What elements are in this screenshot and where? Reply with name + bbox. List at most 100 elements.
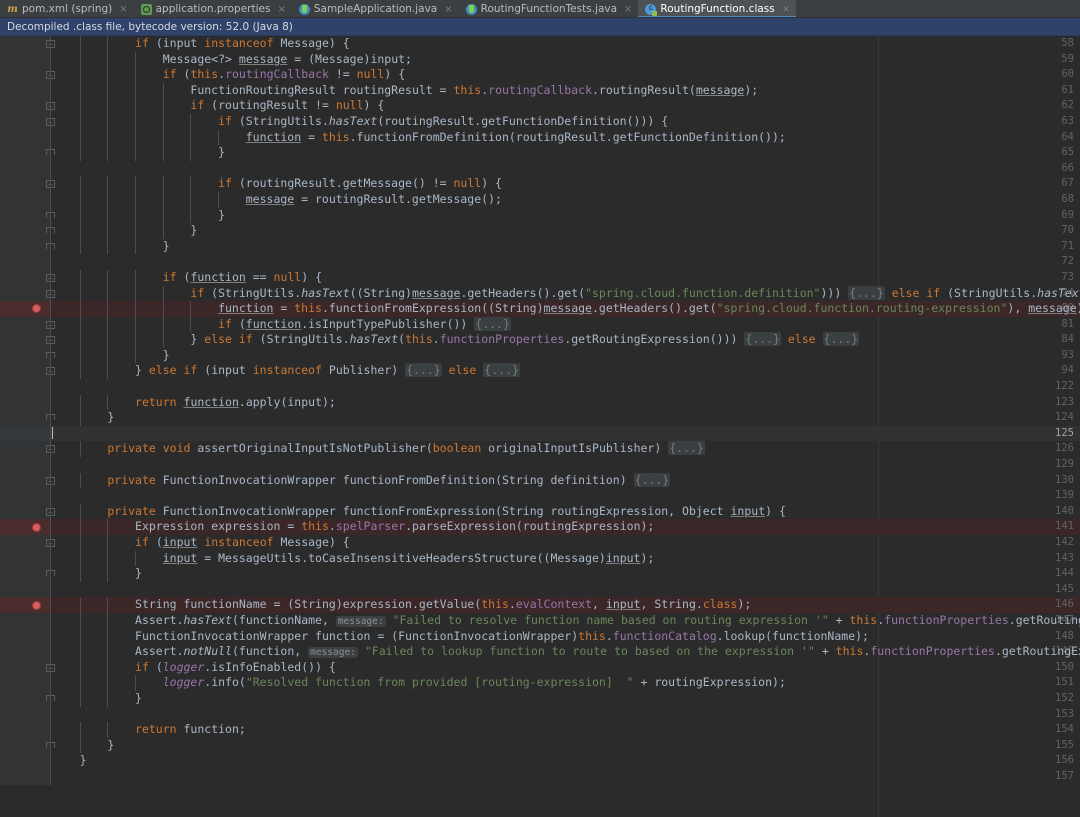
gutter[interactable] [0,675,50,691]
editor-tab-routingfunctiontests-java[interactable]: RoutingFunctionTests.java × [459,0,639,18]
editor-tab-application-properties[interactable]: application.properties × [134,0,292,18]
close-icon[interactable]: × [119,4,127,15]
breakpoint-icon[interactable] [32,600,41,610]
gutter[interactable] [0,488,50,504]
gutter[interactable] [0,472,50,489]
code-line[interactable]: 155} [0,737,1080,754]
code-line[interactable]: 59 Message<?> message = (Message)input; [0,51,1080,68]
code-line[interactable]: 148 FunctionInvocationWrapper function = … [0,628,1080,645]
code-line[interactable]: 70} [0,223,1080,239]
code-line[interactable]: 65} [0,145,1080,161]
code-line[interactable]: 64 function = this.functionFromDefinition… [0,129,1080,146]
gutter[interactable] [0,519,50,535]
code-line[interactable]: 146 String functionName = (String)express… [0,597,1080,613]
code-line[interactable]: 129 [0,457,1080,473]
gutter[interactable] [0,566,50,582]
gutter[interactable] [0,581,50,598]
code-line[interactable]: 144} [0,566,1080,582]
code-line[interactable]: 154 return function; [0,722,1080,738]
close-icon[interactable]: × [444,4,452,15]
gutter[interactable] [0,550,50,567]
gutter[interactable] [0,644,50,660]
gutter[interactable] [0,207,50,224]
gutter[interactable] [0,332,50,348]
gutter[interactable] [0,706,50,723]
gutter[interactable] [0,690,50,707]
close-icon[interactable]: × [782,4,790,15]
gutter[interactable] [0,160,50,177]
code-line[interactable]: 93} [0,347,1080,364]
close-icon[interactable]: × [277,4,285,15]
code-line[interactable]: 72 [0,254,1080,270]
code-line[interactable]: 94} else if (input instanceof Publisher)… [0,363,1080,380]
code-line[interactable]: 122 [0,379,1080,395]
code-line[interactable]: 140 private FunctionInvocationWrapper fun… [0,503,1080,520]
gutter[interactable] [0,503,50,520]
code-line[interactable]: 84} else if (StringUtils.hasText(this.fu… [0,332,1080,348]
gutter[interactable] [0,129,50,146]
code-line[interactable]: 68 message = routingResult.getMessage(); [0,191,1080,208]
code-line[interactable]: 67 if (routingResult.getMessage() != null… [0,176,1080,192]
code-line[interactable]: 157 [0,768,1080,785]
gutter[interactable] [0,612,50,629]
code-line[interactable]: 153 [0,706,1080,723]
code-line[interactable]: 125 [0,425,1080,442]
gutter[interactable] [0,223,50,239]
code-line[interactable]: 123 return function.apply(input); [0,394,1080,411]
gutter[interactable] [0,394,50,411]
gutter[interactable] [0,628,50,645]
gutter[interactable] [0,425,50,442]
gutter[interactable] [0,82,50,99]
code-line[interactable]: 74if (StringUtils.hasText((String)messag… [0,285,1080,302]
code-line[interactable]: 130 private FunctionInvocationWrapper fun… [0,472,1080,489]
code-line[interactable]: 66 [0,160,1080,177]
code-line[interactable]: 139 [0,488,1080,504]
gutter[interactable] [0,737,50,754]
gutter[interactable] [0,254,50,270]
gutter[interactable] [0,347,50,364]
code-line[interactable]: 142 if (input instanceof Message) { [0,535,1080,551]
code-line[interactable]: 152} [0,690,1080,707]
gutter[interactable] [0,753,50,769]
breakpoint-icon[interactable] [32,522,41,532]
code-line[interactable]: 126 private void assertOriginalInputIsNot… [0,441,1080,458]
code-line[interactable]: 69} [0,207,1080,224]
code-line[interactable]: 124} [0,410,1080,426]
code-line[interactable]: 80 function = this.functionFromExpression… [0,301,1080,317]
gutter[interactable] [0,722,50,738]
gutter[interactable] [0,113,50,130]
close-icon[interactable]: × [624,4,632,15]
gutter[interactable] [0,67,50,83]
code-line[interactable]: 73 if (function == null) { [0,269,1080,286]
gutter[interactable] [0,98,50,114]
gutter[interactable] [0,285,50,302]
code-editor[interactable]: 58 if (input instanceof Message) {59 Messa… [0,36,1080,817]
code-line[interactable]: 63 if (StringUtils.hasText(routingResult.… [0,113,1080,130]
code-line[interactable]: 61 FunctionRoutingResult routingResult = … [0,82,1080,99]
gutter[interactable] [0,269,50,286]
code-line[interactable]: 156} [0,753,1080,769]
gutter[interactable] [0,363,50,380]
code-line[interactable]: 150 if (logger.isInfoEnabled()) { [0,659,1080,676]
gutter[interactable] [0,457,50,473]
gutter[interactable] [0,191,50,208]
editor-tab-sampleapplication-java[interactable]: SampleApplication.java × [292,0,459,18]
code-line[interactable]: 149 Assert.notNull(function, message: "Fa… [0,644,1080,660]
gutter[interactable] [0,316,50,333]
gutter[interactable] [0,379,50,395]
code-line[interactable]: 58 if (input instanceof Message) { [0,36,1080,52]
gutter[interactable] [0,410,50,426]
gutter[interactable] [0,145,50,161]
gutter[interactable] [0,301,50,317]
editor-tab-routingfunction-class[interactable]: RoutingFunction.class × [638,0,797,18]
code-line[interactable]: 145 [0,581,1080,598]
code-line[interactable]: 151 logger.info("Resolved function from p… [0,675,1080,691]
gutter[interactable] [0,441,50,458]
gutter[interactable] [0,768,50,785]
editor-tab-pom-xml-spring[interactable]: m pom.xml (spring) × [0,0,134,18]
code-line[interactable]: 71} [0,238,1080,255]
code-line[interactable]: 143 input = MessageUtils.toCaseInsensitiv… [0,550,1080,567]
gutter[interactable] [0,659,50,676]
gutter[interactable] [0,36,50,52]
gutter[interactable] [0,51,50,68]
